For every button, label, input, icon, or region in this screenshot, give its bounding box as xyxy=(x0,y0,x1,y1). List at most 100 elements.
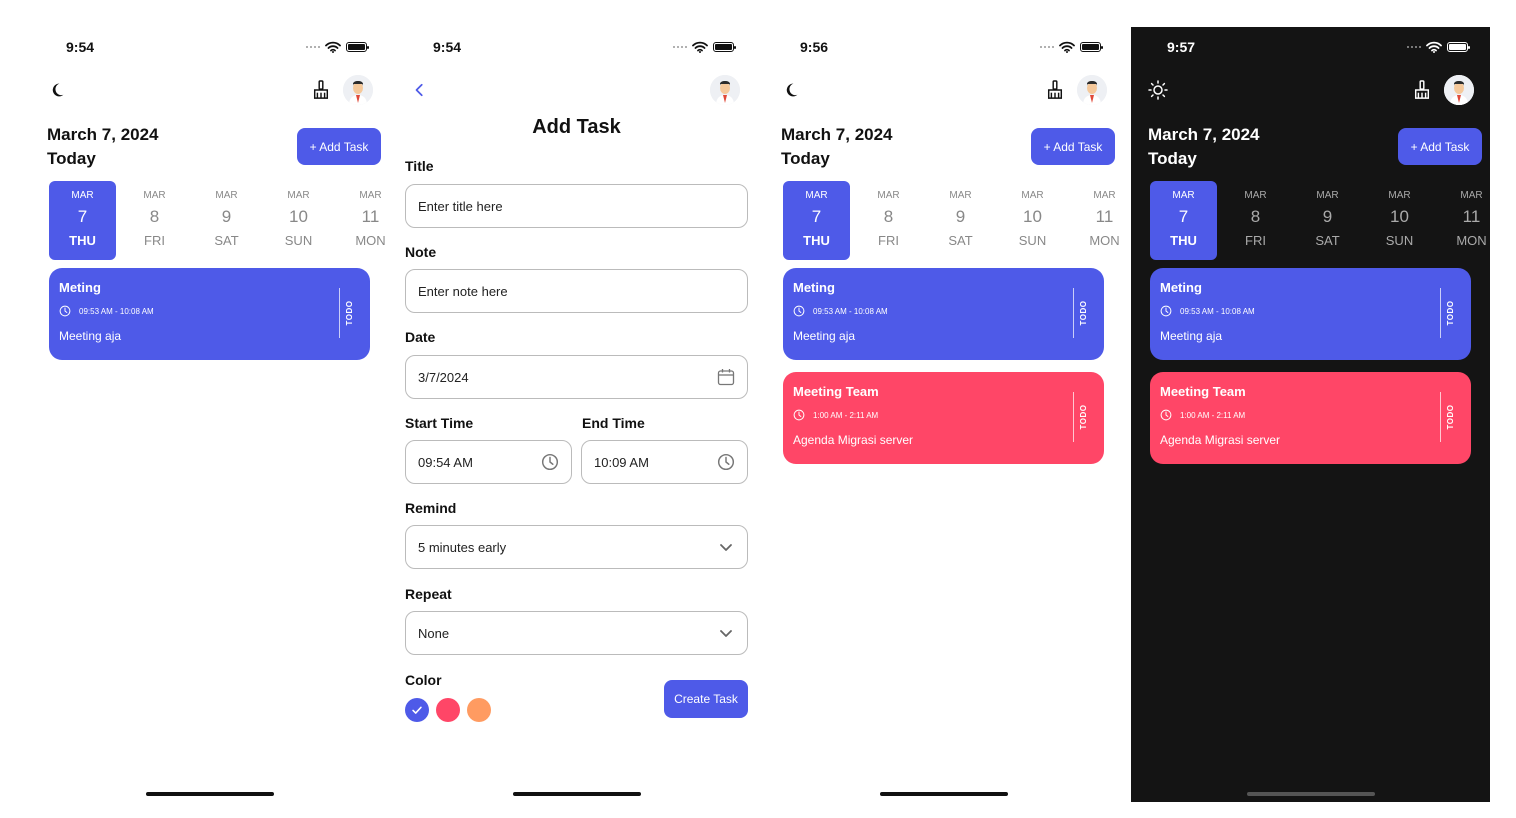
theme-toggle-button[interactable] xyxy=(780,79,802,101)
clock-icon[interactable] xyxy=(541,453,559,471)
task-card[interactable]: Meting 09:53 AM - 10:08 AM Meeting aja T… xyxy=(1150,268,1471,360)
avatar[interactable] xyxy=(343,75,373,105)
color-swatch-orange[interactable] xyxy=(467,698,491,722)
task-note: Meeting aja xyxy=(793,329,856,343)
create-task-button[interactable]: Create Task xyxy=(664,680,748,718)
date-picker-strip[interactable]: MAR 7 THU MAR 8 FRI MAR 9 SAT MAR 10 SUN MAR 11 MO… xyxy=(783,181,1123,260)
home-indicator[interactable] xyxy=(1246,792,1375,796)
date-picker-strip[interactable]: MAR 7 THU MAR 8 FRI MAR 9 SAT MAR 10 SUN MAR 11 MO… xyxy=(49,181,389,260)
task-status: TODO xyxy=(1079,300,1089,326)
battery-icon xyxy=(1080,42,1103,52)
signal-icon xyxy=(673,46,687,48)
end-time-field[interactable]: 10:09 AM xyxy=(581,440,748,484)
home-indicator[interactable] xyxy=(512,792,641,796)
color-label: Color xyxy=(405,672,442,688)
color-swatch-pink[interactable] xyxy=(436,698,460,722)
home-indicator[interactable] xyxy=(145,792,274,796)
end-time-label: End Time xyxy=(582,415,645,431)
remind-select[interactable]: 5 minutes early xyxy=(405,525,748,569)
start-time-label: Start Time xyxy=(405,415,474,431)
sun-icon xyxy=(1148,80,1168,100)
date-item[interactable]: MAR 10 SUN xyxy=(999,181,1066,260)
user-avatar-icon xyxy=(1077,75,1107,105)
date-picker-strip[interactable]: MAR 7 THU MAR 8 FRI MAR 9 SAT MAR 10 SUN MAR 11 MO… xyxy=(1150,181,1490,260)
date-item[interactable]: MAR 7 THU xyxy=(49,181,116,260)
date-item[interactable]: MAR 10 SUN xyxy=(265,181,332,260)
date-item[interactable]: MAR 10 SUN xyxy=(1366,181,1433,260)
task-note: Agenda Migrasi server xyxy=(1160,433,1281,447)
avatar[interactable] xyxy=(1444,75,1474,105)
task-status: TODO xyxy=(1446,404,1456,430)
page-title: Add Task xyxy=(532,116,621,138)
date-item[interactable]: MAR 8 FRI xyxy=(121,181,188,260)
status-time: 9:54 xyxy=(433,39,462,55)
date-header: March 7, 2024 Today xyxy=(781,123,893,171)
moon-icon xyxy=(49,81,65,99)
title-input[interactable]: Enter title here xyxy=(405,184,748,228)
date-item[interactable]: MAR 7 THU xyxy=(1150,181,1217,260)
date-item[interactable]: MAR 9 SAT xyxy=(1294,181,1361,260)
date-item[interactable]: MAR 9 SAT xyxy=(193,181,260,260)
task-status: TODO xyxy=(1446,300,1456,326)
check-icon xyxy=(410,703,424,717)
repeat-select[interactable]: None xyxy=(405,611,748,655)
date-field[interactable]: 3/7/2024 xyxy=(405,355,748,399)
battery-icon xyxy=(346,42,369,52)
status-bar: 9:54 xyxy=(397,39,756,55)
status-time: 9:57 xyxy=(1167,39,1196,55)
status-bar: 9:57 xyxy=(1131,39,1490,55)
back-button[interactable] xyxy=(409,79,431,101)
start-time-field[interactable]: 09:54 AM xyxy=(405,440,572,484)
avatar[interactable] xyxy=(1077,75,1107,105)
note-input[interactable]: Enter note here xyxy=(405,269,748,313)
divider xyxy=(1073,288,1074,338)
task-card[interactable]: Meeting Team 1:00 AM - 2:11 AM Agenda Mi… xyxy=(1150,372,1471,464)
theme-toggle-button[interactable] xyxy=(46,79,68,101)
add-task-button[interactable]: + Add Task xyxy=(1398,128,1482,165)
date-item[interactable]: MAR 11 MON xyxy=(1438,181,1490,260)
date-item[interactable]: MAR 11 MON xyxy=(337,181,389,260)
title-label: Title xyxy=(405,158,434,174)
task-title: Meting xyxy=(59,280,101,295)
clear-tasks-button[interactable] xyxy=(1411,78,1433,102)
date-item[interactable]: MAR 11 MON xyxy=(1071,181,1123,260)
clear-tasks-button[interactable] xyxy=(310,78,332,102)
add-task-button[interactable]: + Add Task xyxy=(1031,128,1115,165)
battery-icon xyxy=(1447,42,1470,52)
add-task-button[interactable]: + Add Task xyxy=(297,128,381,165)
clock-icon[interactable] xyxy=(717,453,735,471)
date-item[interactable]: MAR 7 THU xyxy=(783,181,850,260)
task-title: Meting xyxy=(1160,280,1202,295)
date-item[interactable]: MAR 9 SAT xyxy=(927,181,994,260)
current-date: March 7, 2024 xyxy=(781,125,893,144)
chevron-down-icon xyxy=(718,625,734,641)
task-time: 09:53 AM - 10:08 AM xyxy=(79,306,154,316)
task-title: Meeting Team xyxy=(793,384,879,399)
date-label: Date xyxy=(405,329,436,345)
task-card[interactable]: Meting 09:53 AM - 10:08 AM Meeting aja T… xyxy=(49,268,370,360)
clock-icon xyxy=(793,409,805,421)
app-bar xyxy=(397,75,756,105)
calendar-icon[interactable] xyxy=(717,368,735,386)
app-bar xyxy=(30,75,389,105)
task-card[interactable]: Meting 09:53 AM - 10:08 AM Meeting aja T… xyxy=(783,268,1104,360)
theme-toggle-button[interactable] xyxy=(1147,79,1169,101)
battery-icon xyxy=(713,42,736,52)
today-label: Today xyxy=(781,149,830,168)
home-indicator[interactable] xyxy=(879,792,1008,796)
avatar[interactable] xyxy=(710,75,740,105)
task-time: 09:53 AM - 10:08 AM xyxy=(1180,306,1255,316)
clear-tasks-button[interactable] xyxy=(1044,78,1066,102)
task-time: 09:53 AM - 10:08 AM xyxy=(813,306,888,316)
task-card[interactable]: Meeting Team 1:00 AM - 2:11 AM Agenda Mi… xyxy=(783,372,1104,464)
user-avatar-icon xyxy=(343,75,373,105)
wifi-icon xyxy=(325,41,341,53)
signal-icon xyxy=(306,46,320,48)
color-swatch-blue[interactable] xyxy=(405,698,429,722)
status-time: 9:56 xyxy=(800,39,829,55)
date-item[interactable]: MAR 8 FRI xyxy=(1222,181,1289,260)
date-item[interactable]: MAR 8 FRI xyxy=(855,181,922,260)
task-time: 1:00 AM - 2:11 AM xyxy=(813,410,879,420)
wifi-icon xyxy=(1059,41,1075,53)
signal-icon xyxy=(1040,46,1054,48)
